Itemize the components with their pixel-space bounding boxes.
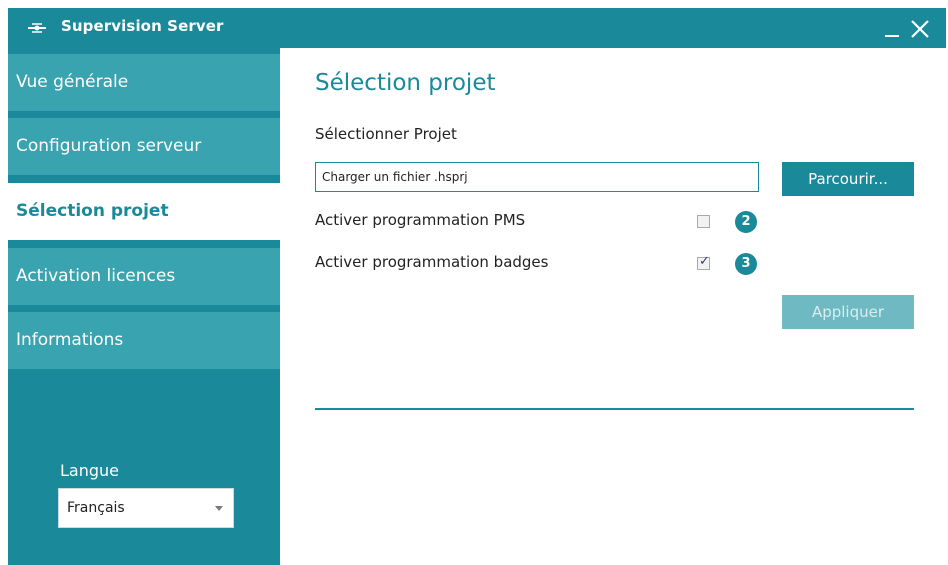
close-button[interactable] — [906, 12, 936, 44]
window-title: Supervision Server — [61, 17, 224, 35]
pms-checkbox[interactable] — [697, 215, 710, 228]
divider — [315, 408, 914, 410]
sidebar: Vue générale Configuration serveur Sélec… — [8, 48, 280, 565]
sidebar-item-informations[interactable]: Informations — [8, 312, 280, 369]
sidebar-item-activation-licences[interactable]: Activation licences — [8, 248, 280, 305]
sidebar-item-vue-generale[interactable]: Vue générale — [8, 54, 280, 111]
pms-option-label: Activer programmation PMS — [315, 211, 526, 229]
select-project-label: Sélectionner Projet — [315, 125, 457, 143]
project-file-input[interactable] — [315, 162, 759, 192]
main-panel: Sélection projet Sélectionner Projet Par… — [280, 48, 946, 565]
apply-button[interactable]: Appliquer — [782, 295, 914, 329]
badges-option-label: Activer programmation badges — [315, 253, 549, 271]
minimize-button[interactable] — [878, 12, 908, 44]
minimize-icon — [885, 35, 899, 37]
sidebar-item-selection-projet[interactable]: Sélection projet — [8, 183, 280, 240]
chevron-down-icon — [215, 506, 223, 511]
callout-badge: 2 — [735, 211, 757, 233]
app-window: Supervision Server Vue générale Configur… — [8, 8, 946, 565]
language-selected-value: Français — [67, 500, 125, 516]
title-bar[interactable]: Supervision Server — [8, 8, 946, 48]
browse-button[interactable]: Parcourir... — [782, 162, 914, 196]
close-icon — [911, 20, 929, 38]
language-label: Langue — [60, 461, 119, 480]
badges-checkbox[interactable]: ✓ — [697, 254, 710, 270]
check-icon: ✓ — [699, 254, 710, 269]
callout-badge: 3 — [735, 253, 757, 275]
language-select[interactable]: Français — [58, 488, 234, 528]
page-title: Sélection projet — [315, 70, 496, 96]
supervision-app-icon — [28, 23, 46, 33]
sidebar-item-configuration-serveur[interactable]: Configuration serveur — [8, 118, 280, 175]
